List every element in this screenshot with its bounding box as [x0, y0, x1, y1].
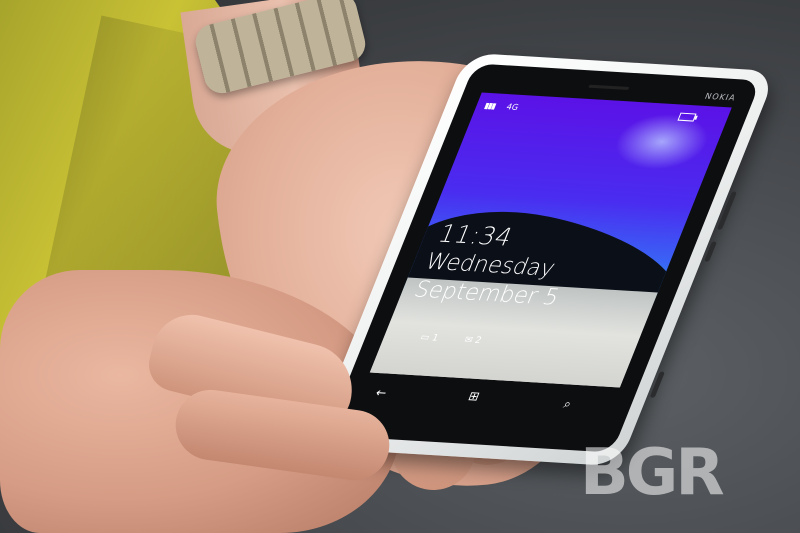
- lock-time: 11:34: [434, 219, 518, 252]
- watermark-logo: BGR: [580, 436, 725, 510]
- earpiece: [588, 84, 630, 91]
- network-label: 4G: [505, 102, 520, 112]
- signal-icon: ▮▮▮: [483, 100, 497, 111]
- status-bar: ▮▮▮ 4G: [482, 99, 722, 127]
- back-key-icon[interactable]: ←: [373, 385, 389, 400]
- battery-icon: [677, 112, 697, 122]
- search-key-icon[interactable]: ⌕: [561, 397, 573, 412]
- brand-label: NOKIA: [703, 91, 738, 103]
- photo-scene: NOKIA ▮▮▮ 4G 11:34 Wednesday September 5…: [0, 0, 800, 533]
- start-key-icon[interactable]: ⊞: [466, 389, 482, 404]
